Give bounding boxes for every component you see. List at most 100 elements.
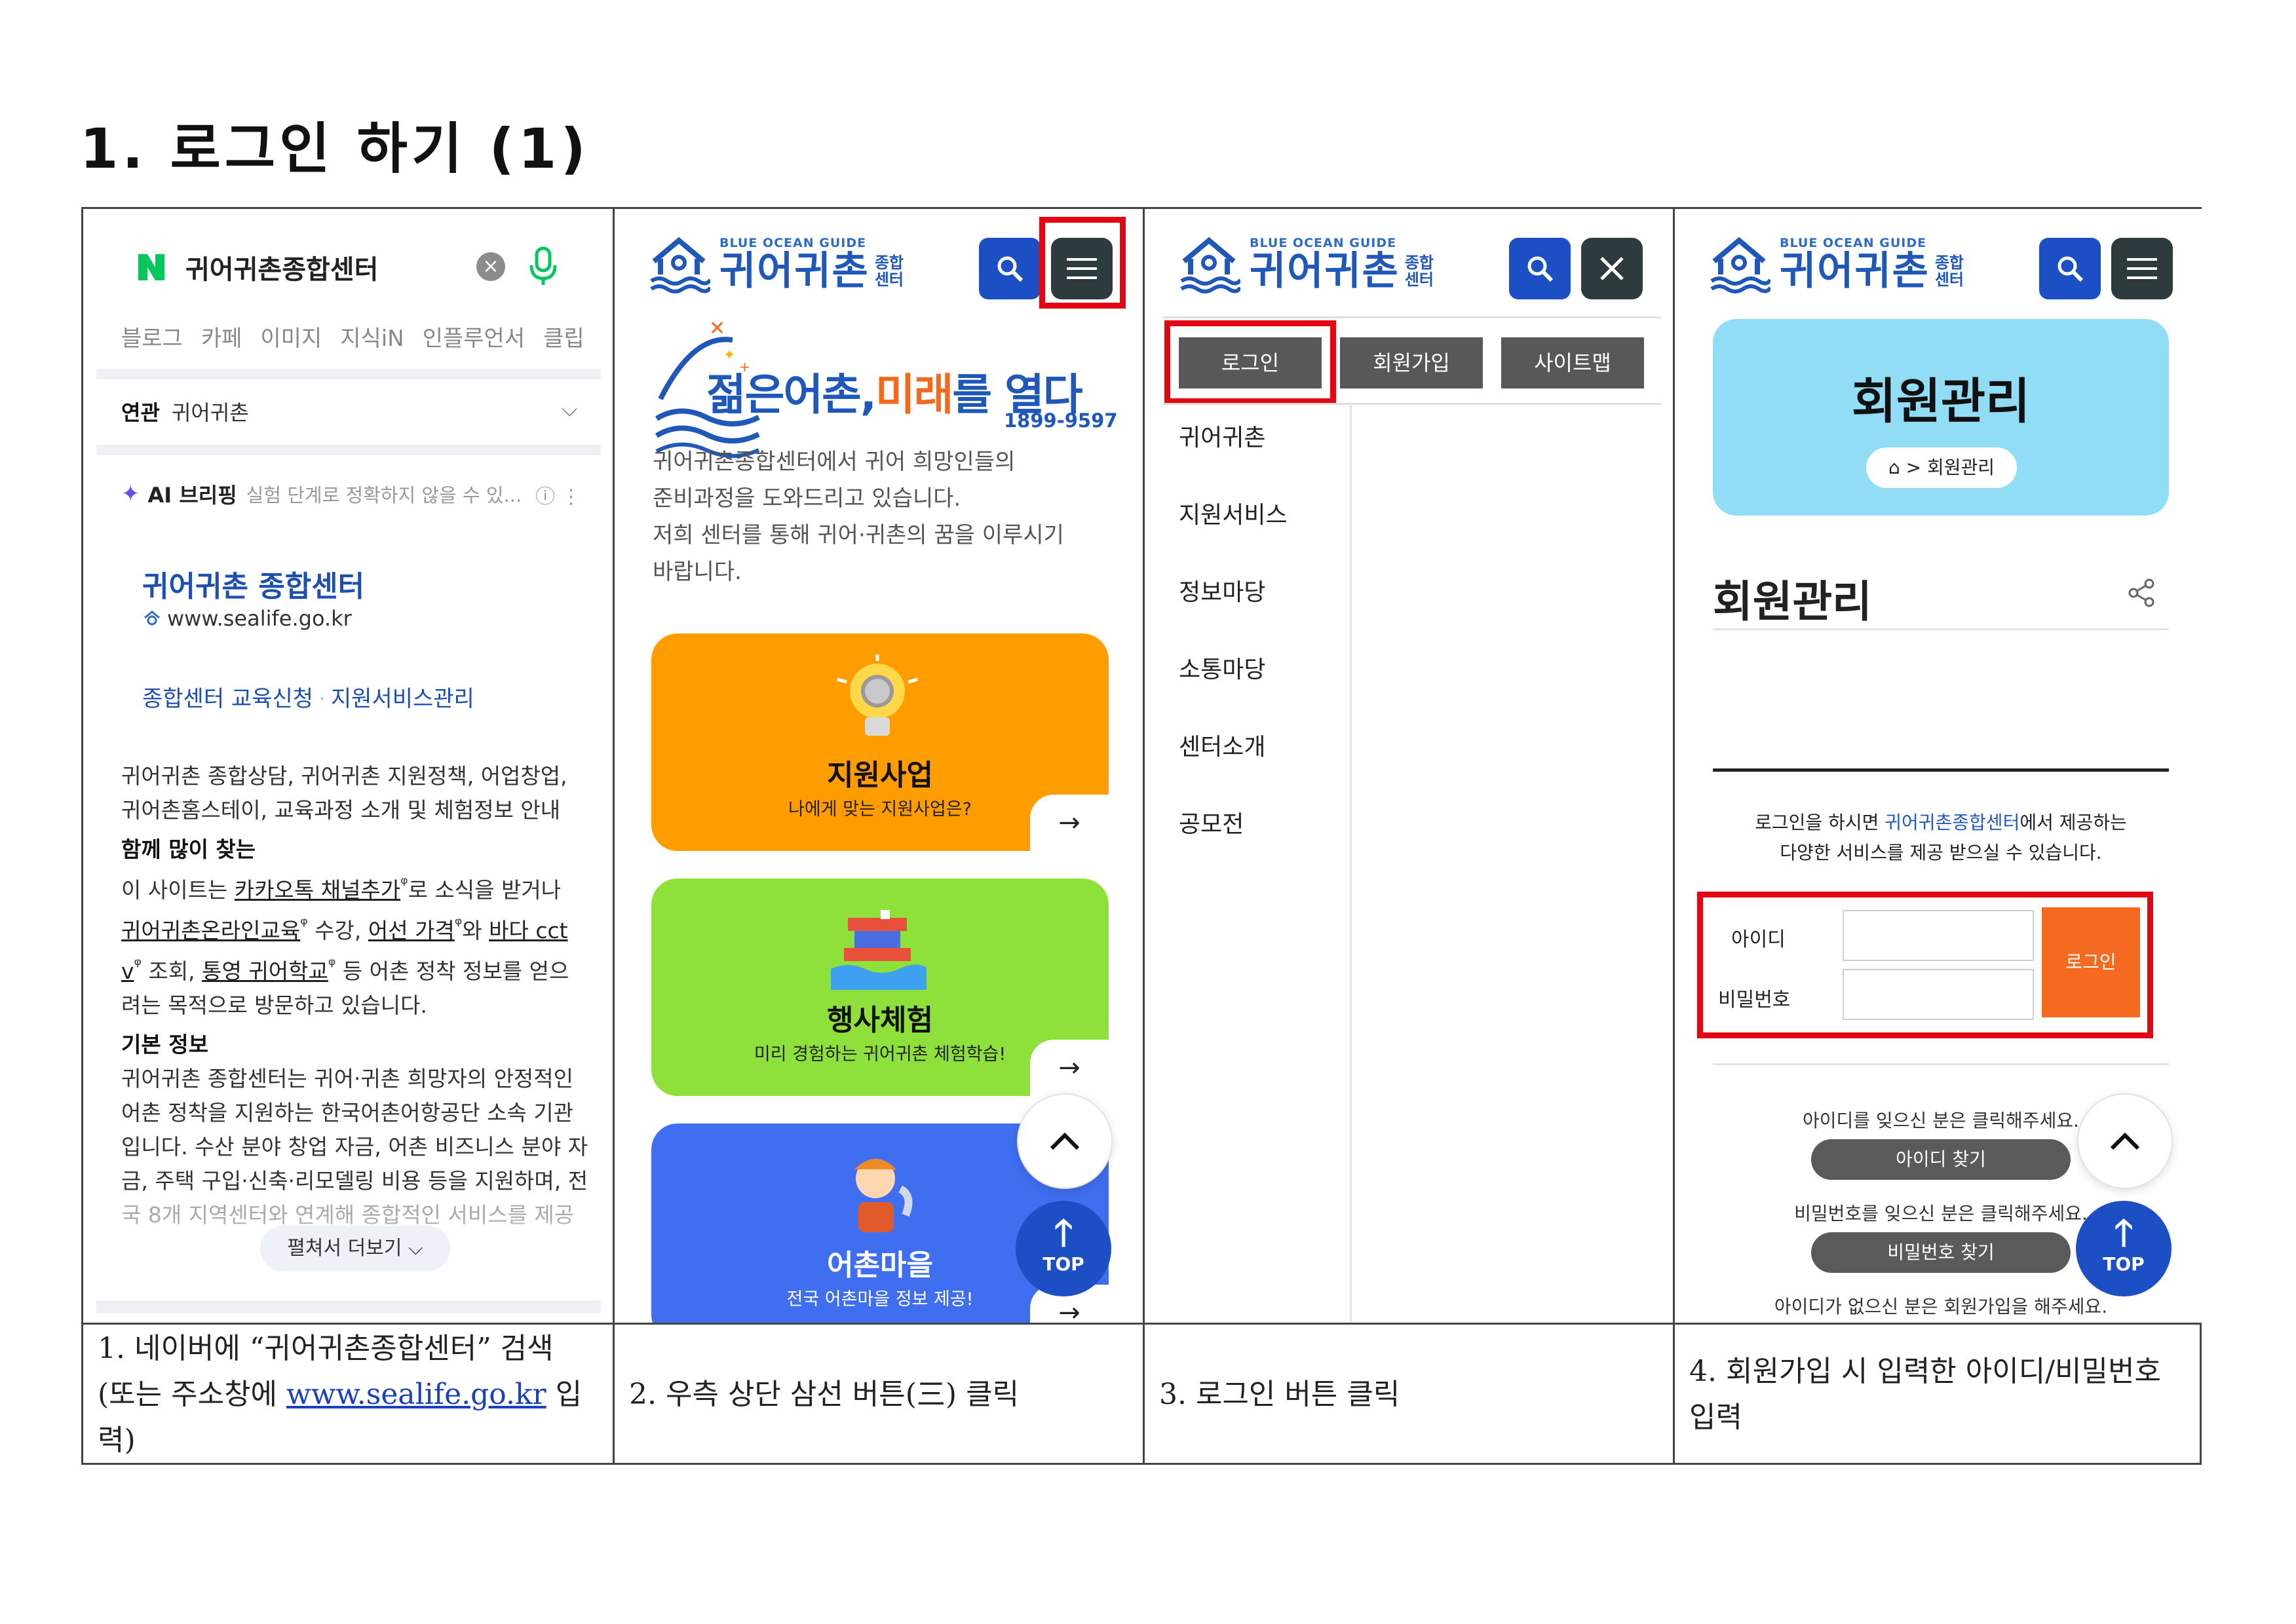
search-icon bbox=[1527, 256, 1554, 282]
caption-step-1: 1. 네이버에 “귀어귀촌종합센터” 검색 (또는 주소창에 www.seali… bbox=[83, 1325, 613, 1465]
chevron-up-icon bbox=[1050, 1132, 1080, 1150]
result-site-title[interactable]: 귀어귀촌 종합센터 bbox=[142, 563, 364, 605]
site-logo[interactable]: BLUE OCEAN GUIDE 귀어귀촌 종합 센터 bbox=[1708, 233, 1964, 295]
card-title: 지원사업 bbox=[827, 759, 933, 792]
menu-item-about[interactable]: 센터소개 bbox=[1179, 728, 1288, 805]
link-sea-cctv-end[interactable]: v bbox=[121, 958, 134, 984]
member-login-screenshot: BLUE OCEAN GUIDE 귀어귀촌 종합 센터 회원관리 ⌂ > 회원관리… bbox=[1673, 209, 2204, 1323]
together-text: 이 사이트는 카카오톡 채널추가ᵠ로 소식을 받거나 bbox=[121, 873, 562, 903]
ai-briefing-label: AI 브리핑 bbox=[147, 483, 237, 508]
top-button[interactable]: 🡑 TOP bbox=[2076, 1201, 2172, 1296]
card-title: 행사체험 bbox=[827, 1004, 933, 1037]
desc-line: 귀어귀촌 종합상담, 귀어귀촌 지원정책, 어업창업, bbox=[121, 763, 567, 789]
tab-cafe[interactable]: 카페 bbox=[201, 326, 242, 352]
find-password-button[interactable]: 비밀번호 찾기 bbox=[1811, 1232, 2071, 1273]
chevron-up-icon bbox=[2110, 1132, 2140, 1150]
tab-image[interactable]: 이미지 bbox=[260, 326, 322, 352]
result-site-url[interactable]: www.sealife.go.kr bbox=[142, 606, 352, 631]
card-support-program[interactable]: 지원사업 나에게 맞는 지원사업은? → bbox=[651, 633, 1109, 851]
info-icon[interactable]: ⓘ ⋮ bbox=[535, 480, 581, 509]
chevron-down-icon[interactable]: ⌵ bbox=[562, 396, 577, 422]
desc-line: 귀어촌홈스테이, 교육과정 소개 및 체험정보 안내 bbox=[121, 797, 561, 823]
hero-title: 회원관리 bbox=[1851, 373, 2031, 430]
expand-more-label: 펼쳐서 더보기 bbox=[287, 1237, 402, 1260]
house-wave-logo-icon bbox=[1180, 236, 1240, 293]
menu-column-divider bbox=[1350, 403, 1352, 1323]
link-boat-price[interactable]: 어선 가격 bbox=[368, 918, 455, 943]
site-url-text: www.sealife.go.kr bbox=[167, 606, 352, 631]
sealife-link[interactable]: www.sealife.go.kr bbox=[286, 1378, 546, 1411]
search-button[interactable] bbox=[979, 238, 1041, 299]
hamburger-icon bbox=[2127, 258, 2157, 279]
related-search[interactable]: 연관 귀어귀촌 bbox=[121, 396, 249, 426]
logo-subtext: 종합 센터 bbox=[1404, 254, 1434, 289]
logo-subtext: 종합 센터 bbox=[874, 254, 904, 289]
ai-briefing-header: ✦ AI 브리핑 실험 단계로 정확하지 않을 수 있... bbox=[121, 479, 522, 509]
card-event-experience[interactable]: 행사체험 미리 경험하는 귀어귀촌 체험학습! → bbox=[651, 878, 1109, 1096]
scroll-up-button[interactable] bbox=[2077, 1093, 2173, 1189]
tab-clip[interactable]: 클립 bbox=[543, 326, 584, 352]
main-menu-list: 귀어귀촌 지원서비스 정보마당 소통마당 센터소개 공모전 bbox=[1179, 419, 1288, 882]
search-button[interactable] bbox=[2039, 238, 2101, 299]
signup-button[interactable]: 회원가입 bbox=[1340, 337, 1483, 388]
caption-step-4: 4. 회원가입 시 입력한 아이디/비밀번호 입력 bbox=[1673, 1325, 2204, 1465]
top-button[interactable]: 🡑 TOP bbox=[1016, 1201, 1111, 1296]
basic-info-line: 어촌 정착을 지원하는 한국어촌어항공단 소속 기관 bbox=[121, 1100, 574, 1125]
document-title: 1. 로그인 하기 (1) bbox=[80, 117, 590, 181]
search-query-text[interactable]: 귀어귀촌종합센터 bbox=[185, 248, 378, 286]
svg-text:✕: ✕ bbox=[709, 320, 725, 340]
link-online-edu[interactable]: 귀어귀촌온라인교육 bbox=[121, 918, 300, 943]
house-wave-logo-icon bbox=[1710, 236, 1770, 293]
expand-more-button[interactable]: 펼쳐서 더보기 ⌵ bbox=[260, 1226, 450, 1272]
signup-note-text: 아이디가 없으신 분은 회원가입을 해주세요. bbox=[1774, 1296, 2108, 1317]
menu-item-community[interactable]: 소통마당 bbox=[1179, 651, 1288, 728]
tab-kin[interactable]: 지식iN bbox=[340, 326, 404, 352]
tab-blog[interactable]: 블로그 bbox=[121, 326, 183, 352]
breadcrumb[interactable]: ⌂ > 회원관리 bbox=[1866, 447, 2017, 488]
site-logo[interactable]: BLUE OCEAN GUIDE 귀어귀촌 종합 센터 bbox=[1177, 233, 1434, 295]
logo-wordmark: 귀어귀촌 bbox=[719, 248, 870, 294]
sitemap-button[interactable]: 사이트맵 bbox=[1501, 337, 1644, 388]
basic-info-line: 금, 주택 구입·신축·리모델링 비용 등을 지원하며, 전 bbox=[121, 1168, 588, 1194]
close-menu-button[interactable] bbox=[1581, 238, 1643, 299]
search-icon bbox=[2057, 256, 2084, 282]
menu-item-contest[interactable]: 공모전 bbox=[1179, 805, 1288, 882]
section-divider bbox=[96, 445, 601, 455]
fisher-person-icon bbox=[854, 1159, 913, 1232]
site-home-screenshot: BLUE OCEAN GUIDE 귀어귀촌 종합 센터 ✕ ✦ + 젊은어촌,미래… bbox=[613, 209, 1143, 1323]
search-button[interactable] bbox=[1509, 238, 1571, 299]
hamburger-menu-button[interactable] bbox=[2111, 238, 2173, 299]
site-logo[interactable]: BLUE OCEAN GUIDE 귀어귀촌 종합 센터 bbox=[647, 233, 904, 295]
link-sea-cctv[interactable]: 바다 cct bbox=[489, 918, 567, 943]
ship-icon bbox=[831, 910, 927, 990]
form-divider bbox=[1713, 1063, 2169, 1065]
arrow-right-icon[interactable]: → bbox=[1030, 1040, 1109, 1096]
share-icon[interactable] bbox=[2126, 577, 2157, 609]
caption-line: 4. 회원가입 시 입력한 아이디/비밀번호 bbox=[1689, 1355, 2161, 1388]
mic-icon[interactable] bbox=[529, 246, 558, 288]
menu-item-info[interactable]: 정보마당 bbox=[1179, 573, 1288, 651]
menu-item-support[interactable]: 지원서비스 bbox=[1179, 496, 1288, 573]
page-title: 회원관리 bbox=[1713, 576, 1872, 627]
caption-line: 입력 bbox=[1689, 1401, 1742, 1434]
naver-logo bbox=[136, 252, 167, 283]
scroll-up-button[interactable] bbox=[1017, 1093, 1113, 1189]
sublink-support[interactable]: 지원서비스관리 bbox=[331, 686, 474, 712]
tab-influencer[interactable]: 인플루언서 bbox=[423, 326, 525, 352]
sublink-education[interactable]: 종합센터 교육신청 bbox=[142, 686, 313, 712]
link-kakao[interactable]: 카카오톡 채널추가 bbox=[235, 877, 400, 903]
highlight-box bbox=[1164, 320, 1336, 404]
find-id-button[interactable]: 아이디 찾기 bbox=[1811, 1139, 2071, 1180]
clear-icon[interactable]: × bbox=[476, 252, 505, 281]
ai-sparkle-icon: ✦ bbox=[121, 481, 140, 507]
together-heading: 함께 많이 찾는 bbox=[121, 837, 256, 862]
link-tongyeong[interactable]: 통영 귀어학교 bbox=[202, 958, 328, 984]
naver-search-bar[interactable]: 귀어귀촌종합센터 bbox=[136, 248, 378, 286]
menu-divider bbox=[1163, 316, 1661, 318]
arrow-right-icon[interactable]: → bbox=[1030, 795, 1109, 851]
result-description: 귀어귀촌 종합상담, 귀어귀촌 지원정책, 어업창업, 귀어촌홈스테이, 교육과… bbox=[121, 759, 593, 1232]
logo-wordmark: 귀어귀촌 bbox=[1250, 248, 1400, 294]
menu-item-return[interactable]: 귀어귀촌 bbox=[1179, 419, 1288, 496]
related-label: 연관 bbox=[121, 400, 160, 425]
site-menu-screenshot: BLUE OCEAN GUIDE 귀어귀촌 종합 센터 로그인 회원가입 사이트맵… bbox=[1143, 209, 1673, 1323]
